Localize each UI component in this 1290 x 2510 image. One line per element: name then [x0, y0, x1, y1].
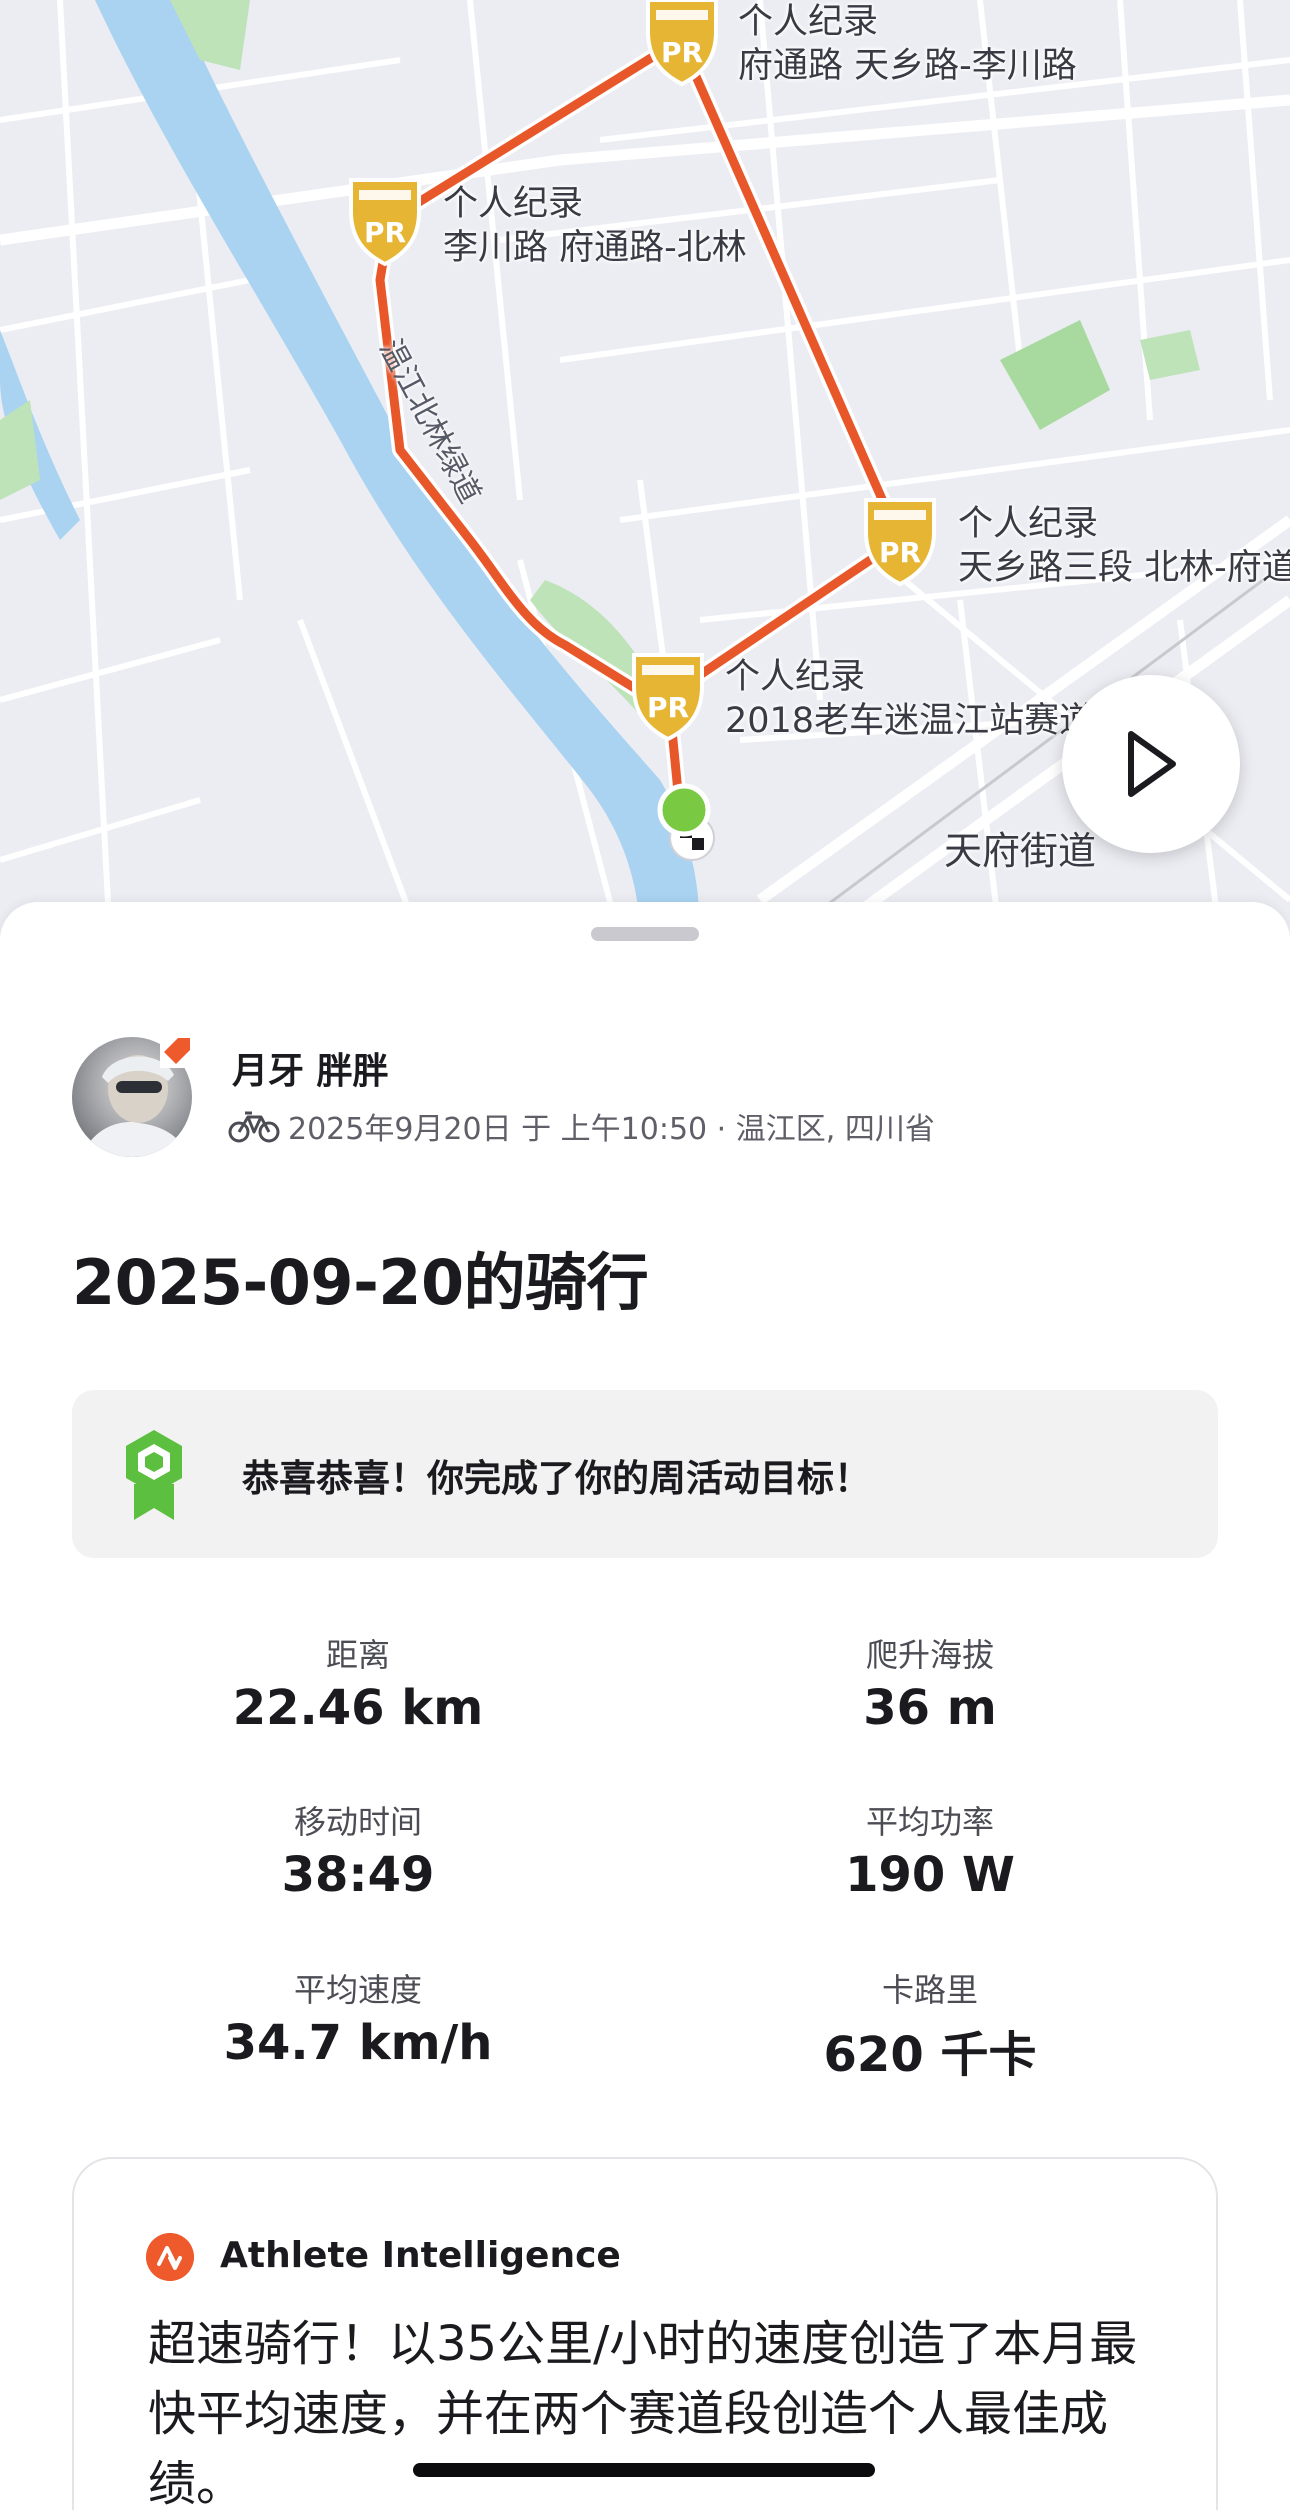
pr-title: 个人纪录	[443, 184, 584, 224]
stat-value: 34.7 km/h	[223, 2015, 493, 2071]
activity-title: 2025-09-20的骑行	[72, 1246, 649, 1319]
stat-distance: 距离 22.46 km	[78, 1630, 638, 1736]
pr-label-1[interactable]: 个人纪录 府通路 天乡路-李川路	[738, 0, 1077, 88]
place-label: 天府街道	[944, 829, 1097, 873]
pr-segment: 2018老车迷温江站赛道	[725, 701, 1095, 741]
pr-title: 个人纪录	[725, 657, 866, 697]
ai-summary-text: 超速骑行！以35公里/小时的速度创造了本月最快平均速度，并在两个赛道段创造个人最…	[148, 2316, 1138, 2510]
svg-text:PR: PR	[364, 216, 406, 249]
athlete-intelligence-icon	[146, 2233, 194, 2281]
route-map[interactable]: PR PR PR PR 个人纪录 府通路 天乡路-李川路 个人纪录 李川路 府通…	[0, 0, 1290, 940]
pr-segment: 天乡路三段 北林-府道	[958, 548, 1290, 588]
pr-badge-icon: PR	[646, 0, 718, 86]
stat-calories: 卡路里 620 千卡	[650, 1965, 1210, 2085]
svg-text:PR: PR	[647, 691, 689, 724]
svg-text:PR: PR	[661, 36, 703, 69]
pr-title: 个人纪录	[958, 504, 1099, 544]
activity-sheet: 月牙 胖胖 2025年9月20日 于 上午10:50 · 温江区, 四川省 20…	[0, 902, 1290, 2510]
stat-label: 平均功率	[865, 1803, 994, 1841]
stat-value: 190 W	[845, 1847, 1015, 1903]
badge-icon	[126, 1430, 182, 1520]
bike-icon	[228, 1111, 280, 1143]
athlete-name[interactable]: 月牙 胖胖	[232, 1042, 389, 1094]
pr-label-2[interactable]: 个人纪录 李川路 府通路-北林	[443, 182, 747, 270]
stat-label: 爬升海拔	[865, 1636, 994, 1674]
activity-date-location: 2025年9月20日 于 上午10:50 · 温江区, 四川省	[288, 1112, 935, 1147]
play-icon	[1128, 731, 1176, 797]
svg-text:PR: PR	[879, 536, 921, 569]
pr-label-3[interactable]: 个人纪录 天乡路三段 北林-府道	[958, 502, 1290, 590]
pr-badge-icon: PR	[632, 653, 704, 741]
pr-badge-icon: PR	[349, 178, 421, 266]
stat-elevation: 爬升海拔 36 m	[650, 1630, 1210, 1736]
pr-segment: 府通路 天乡路-李川路	[738, 46, 1077, 86]
stat-label: 移动时间	[293, 1803, 422, 1841]
pr-segment: 李川路 府通路-北林	[443, 228, 747, 268]
subscriber-badge-icon	[160, 1034, 194, 1068]
goal-message: 恭喜恭喜！你完成了你的周活动目标！	[242, 1457, 871, 1500]
pr-label-4[interactable]: 个人纪录 2018老车迷温江站赛道	[725, 655, 1094, 743]
stat-value: 620 千卡	[823, 2027, 1037, 2083]
ai-card-title: Athlete Intelligence	[220, 2235, 621, 2276]
stat-avg-speed: 平均速度 34.7 km/h	[78, 1965, 638, 2071]
play-flyover-button[interactable]	[1062, 675, 1240, 853]
stat-label: 距离	[325, 1636, 390, 1674]
pr-badge-icon: PR	[864, 498, 936, 586]
stat-value: 22.46 km	[232, 1680, 484, 1736]
sheet-drag-handle[interactable]	[591, 927, 699, 941]
stat-value: 36 m	[863, 1680, 997, 1736]
stat-avg-power: 平均功率 190 W	[650, 1797, 1210, 1903]
stat-value: 38:49	[281, 1847, 435, 1903]
activity-meta: 2025年9月20日 于 上午10:50 · 温江区, 四川省	[228, 1104, 935, 1148]
stat-label: 平均速度	[293, 1971, 422, 2009]
athlete-intelligence-card[interactable]: Athlete Intelligence 超速骑行！以35公里/小时的速度创造了…	[72, 2157, 1218, 2510]
weekly-goal-card[interactable]: 恭喜恭喜！你完成了你的周活动目标！	[72, 1390, 1218, 1558]
stat-moving-time: 移动时间 38:49	[78, 1797, 638, 1903]
stat-label: 卡路里	[881, 1971, 978, 2009]
pr-title: 个人纪录	[738, 2, 879, 42]
home-indicator	[413, 2463, 875, 2477]
